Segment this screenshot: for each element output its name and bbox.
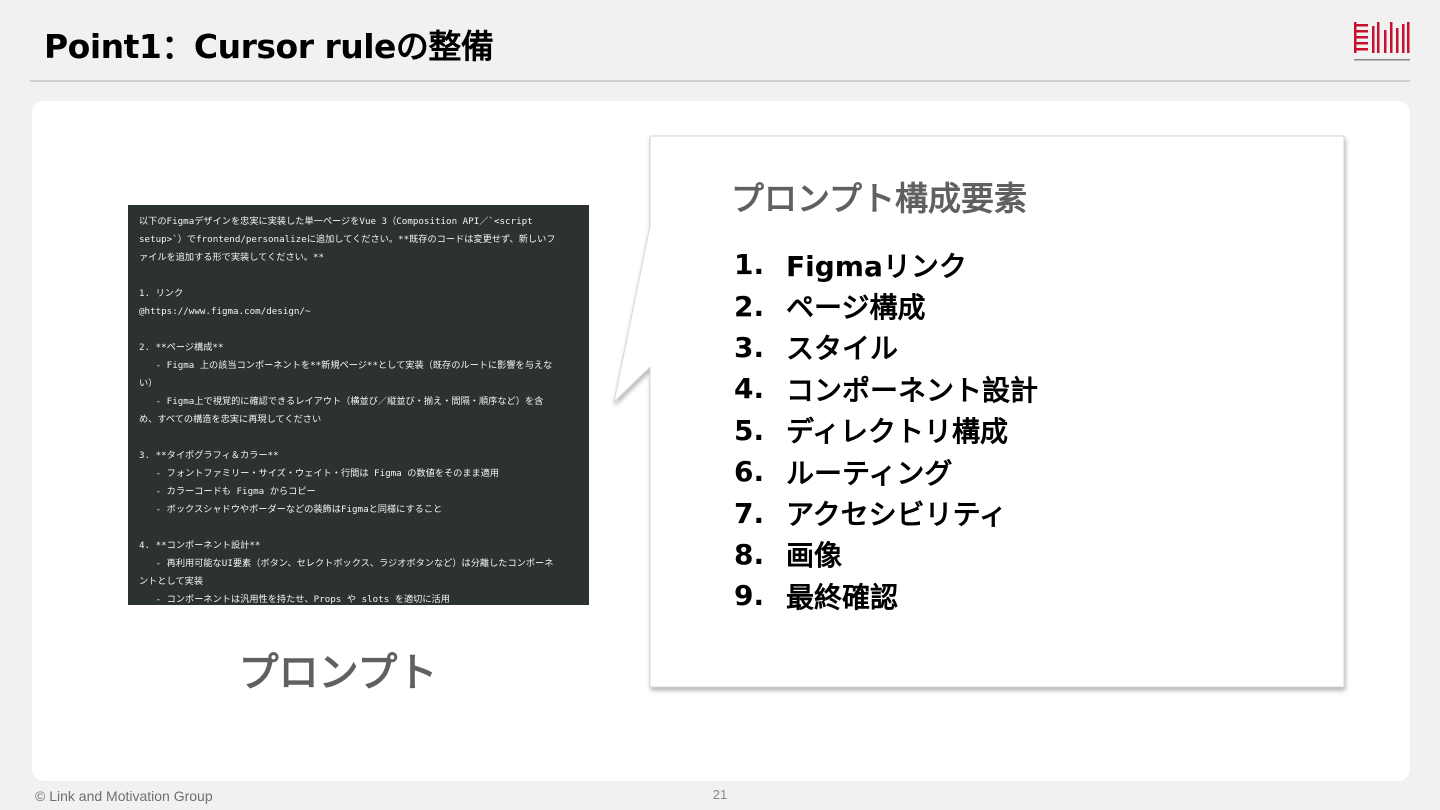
bubble-title: プロンプト構成要素 <box>731 179 1028 218</box>
list-item-number: 7. <box>734 496 765 530</box>
list-item-number: 9. <box>734 579 765 613</box>
code-line: - Figma 上の該当コンポーネントを**新規ページ**として実装（既存のルー… <box>139 360 553 371</box>
list-item-number: 6. <box>734 455 765 489</box>
code-line: @https://www.figma.com/design/~ <box>139 306 311 317</box>
code-line: 1. リンク <box>139 288 184 299</box>
prompt-caption: プロンプト <box>238 650 438 696</box>
list-item: 3. スタイル <box>734 327 1038 368</box>
code-line: - Figma上で視覚的に確認できるレイアウト（横並び／縦並び・揃え・間隔・順序… <box>139 396 544 407</box>
list-item: 2. ページ構成 <box>734 285 1038 326</box>
company-logo-icon <box>1354 22 1410 61</box>
code-line: - 再利用可能なUI要素（ボタン、セレクトボックス、ラジオボタンなど）は分離した… <box>139 558 554 569</box>
prompt-elements-list: 1. Figmaリンク 2. ページ構成 3. スタイル 4. コンポーネント設計 5. ディレク… <box>734 244 1038 617</box>
list-item-number: 5. <box>734 413 765 447</box>
list-item-label: アクセシビリティ <box>786 498 1007 532</box>
list-item-label: Figmaリンク <box>786 249 967 283</box>
code-line: 以下のFigmaデザインを忠実に実装した単一ページをVue 3（Composit… <box>139 216 533 227</box>
list-item-label: ページ構成 <box>786 291 926 325</box>
code-line: - カラーコードも Figma からコピー <box>139 486 316 497</box>
list-item-number: 8. <box>734 537 765 571</box>
copyright: © Link and Motivation Group <box>35 788 213 804</box>
page-number: 21 <box>712 787 728 802</box>
code-line: ントとして実装 <box>139 576 204 587</box>
list-item-label: 最終確認 <box>786 580 899 614</box>
prompt-code-screenshot: 以下のFigmaデザインを忠実に実装した単一ページをVue 3（Composit… <box>128 205 589 605</box>
slide-title: Point1：Cursor ruleの整備 <box>44 27 494 66</box>
list-item: 1. Figmaリンク <box>734 244 1038 285</box>
code-line: い） <box>139 378 158 389</box>
list-item-number: 1. <box>734 248 765 282</box>
list-item-number: 2. <box>734 289 765 323</box>
list-item-label: スタイル <box>786 332 899 366</box>
code-line: 4. **コンポーネント設計** <box>139 540 261 551</box>
code-line: - フォントファミリー・サイズ・ウェイト・行間は Figma の数値をそのまま適… <box>139 468 500 479</box>
code-line: - ボックスシャドウやボーダーなどの装飾はFigmaと同様にすること <box>139 504 443 515</box>
list-item-label: コンポーネント設計 <box>786 373 1039 407</box>
code-line: 3. **タイポグラフィ＆カラー** <box>139 450 279 461</box>
list-item: 6. ルーティング <box>734 451 1038 492</box>
list-item-number: 4. <box>734 372 765 406</box>
code-line: め、すべての構造を忠実に再現してください <box>139 414 322 425</box>
list-item: 7. アクセシビリティ <box>734 492 1038 533</box>
list-item: 4. コンポーネント設計 <box>734 368 1038 409</box>
code-line: setup>`）でfrontend/personalizeに追加してください。*… <box>139 234 556 245</box>
list-item: 5. ディレクトリ構成 <box>734 410 1038 451</box>
code-line: 2. **ページ構成** <box>139 342 224 353</box>
list-item-label: 画像 <box>786 539 843 573</box>
code-line: - コンポーネントは汎用性を持たせ、Props や slots を適切に活用 <box>139 594 450 605</box>
list-item: 8. 画像 <box>734 534 1038 575</box>
list-item-label: ルーティング <box>786 456 953 490</box>
list-item-number: 3. <box>734 330 765 364</box>
title-divider <box>30 80 1410 82</box>
list-item: 9. 最終確認 <box>734 575 1038 616</box>
list-item-label: ディレクトリ構成 <box>786 415 1009 449</box>
code-line: ァイルを追加する形で実装してください。** <box>139 252 325 263</box>
